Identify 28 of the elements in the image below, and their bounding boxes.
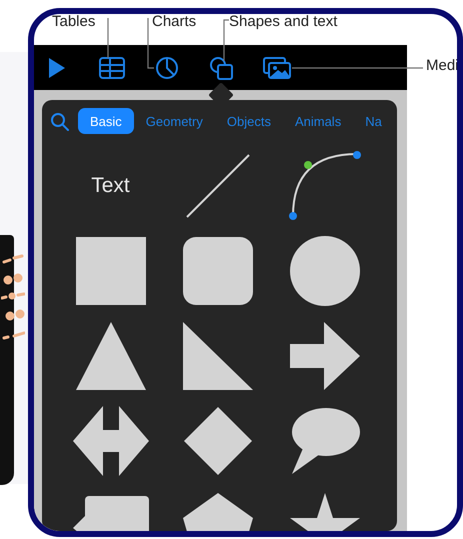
category-tab[interactable]: Objects (214, 108, 283, 134)
table-icon[interactable] (99, 56, 125, 78)
circle-shape[interactable] (290, 236, 360, 306)
leader-line (223, 19, 229, 61)
double-arrow-shape[interactable] (72, 406, 148, 476)
diamond-shape[interactable] (184, 406, 252, 474)
rounded-square-shape[interactable] (182, 236, 252, 304)
callout-label: Charts (152, 14, 196, 30)
line-shape[interactable] (184, 152, 250, 218)
category-tab[interactable]: Basic (78, 108, 134, 134)
category-tab[interactable]: Animals (282, 108, 354, 134)
overlapping-shapes-icon[interactable] (209, 56, 233, 80)
curve-shape[interactable] (288, 150, 362, 220)
play-icon[interactable] (48, 56, 66, 78)
category-tab[interactable]: Na (353, 108, 394, 134)
speech-bubble-shape[interactable] (290, 408, 360, 474)
photos-icon[interactable] (263, 56, 291, 78)
arrow-shape[interactable] (290, 322, 360, 390)
pie-chart-icon[interactable] (155, 56, 179, 80)
leader-line (147, 18, 154, 69)
category-tab[interactable]: Geometry (134, 108, 215, 134)
search-icon[interactable] (50, 112, 69, 130)
text-box-shape[interactable]: Text (91, 174, 130, 198)
right-triangle-shape[interactable] (182, 322, 252, 390)
callout-label: Tables (52, 14, 96, 30)
leader-line (107, 18, 109, 58)
callout-label: Shapes and text (229, 14, 338, 30)
triangle-shape[interactable] (76, 322, 146, 390)
